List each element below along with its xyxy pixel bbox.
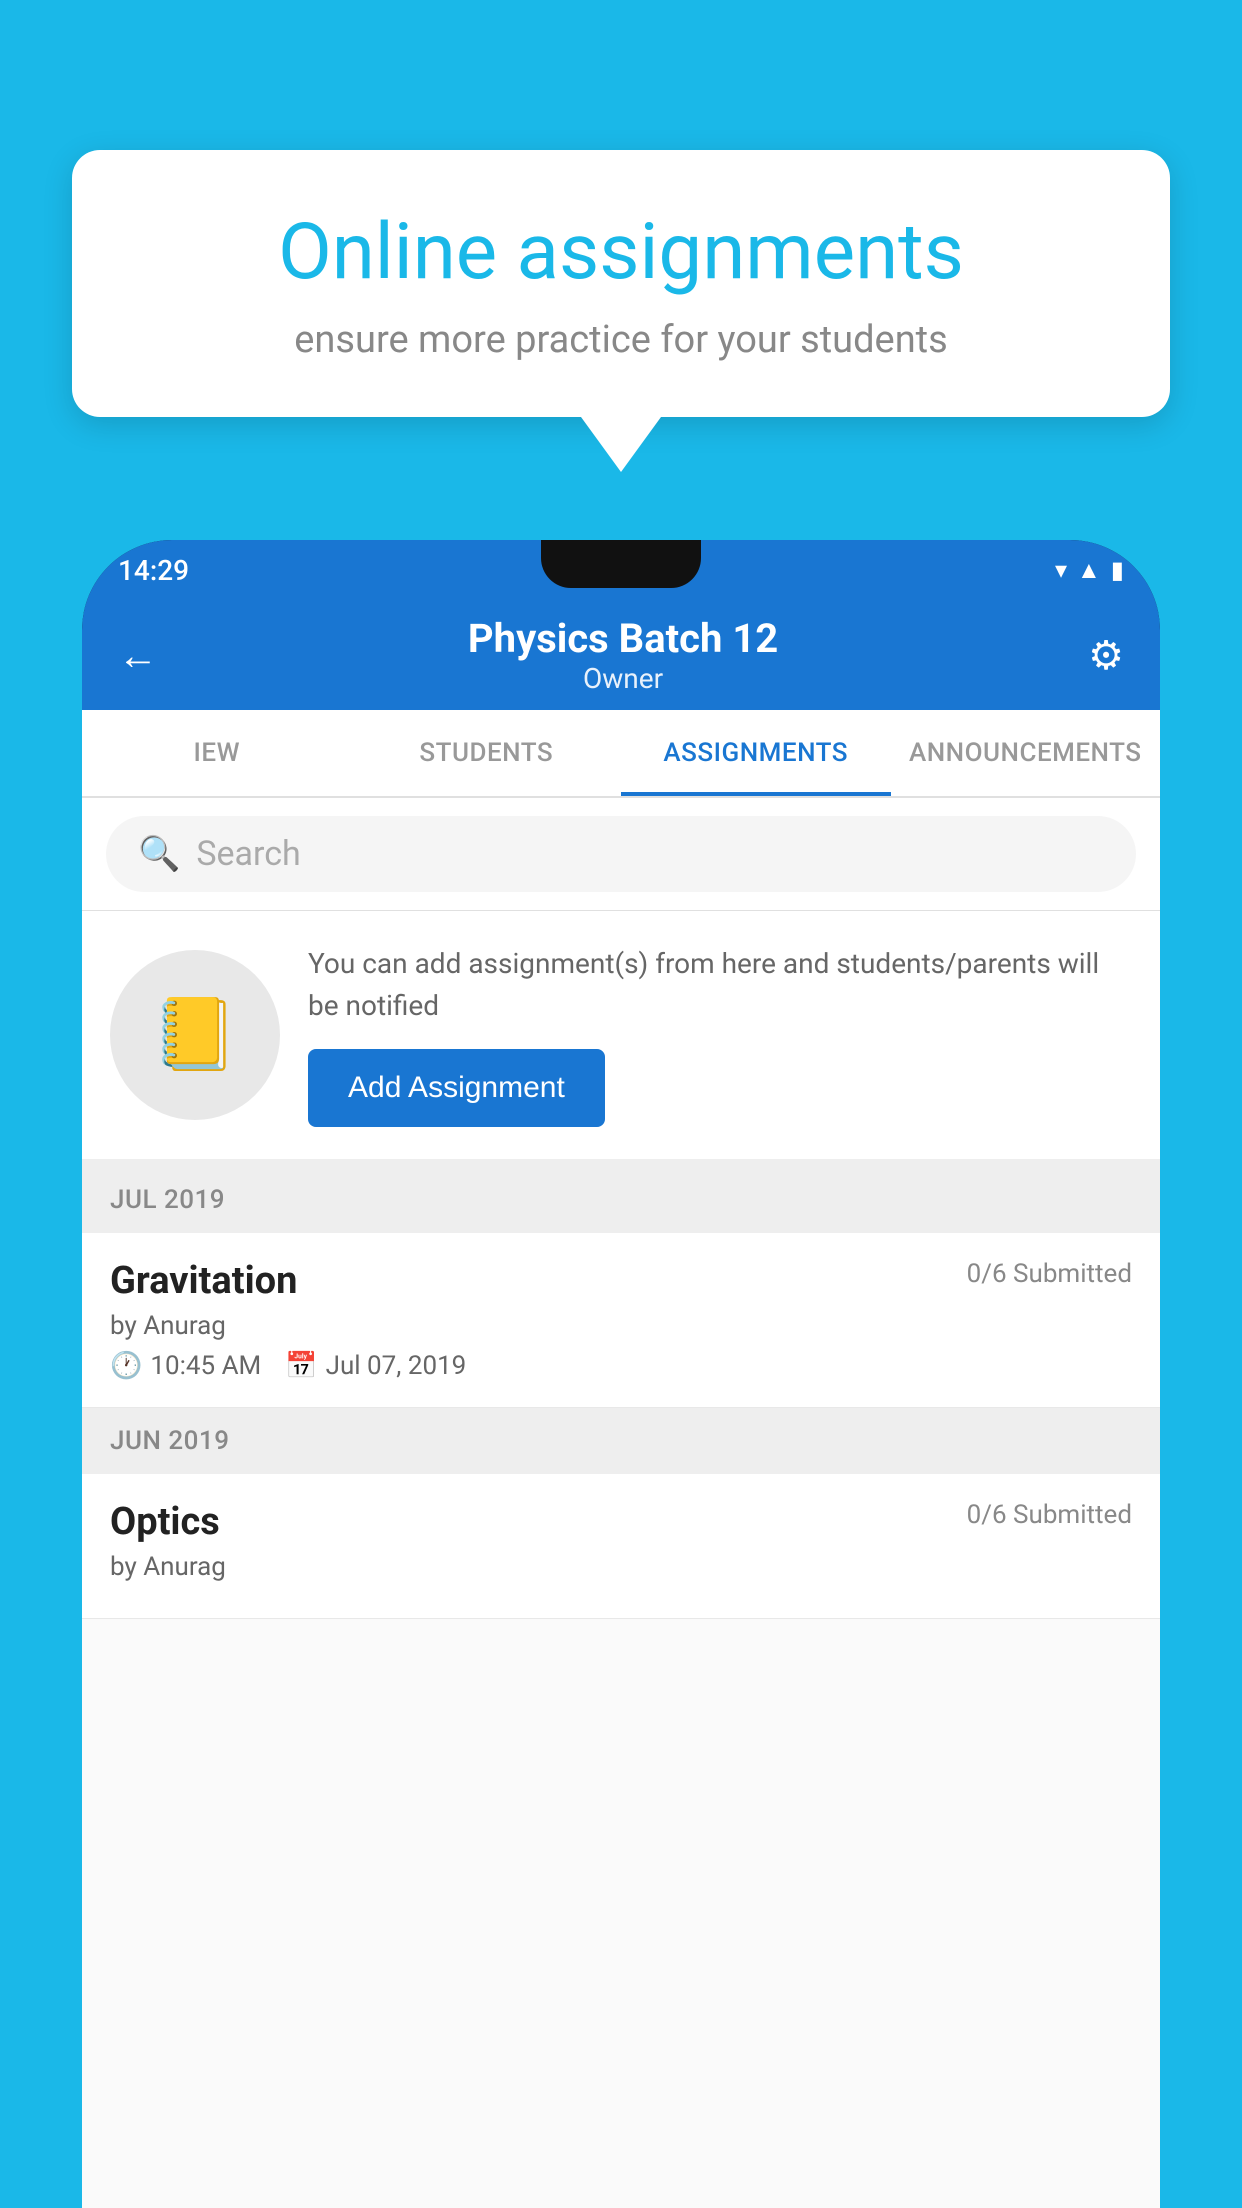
search-icon: 🔍 xyxy=(138,834,180,874)
settings-button[interactable]: ⚙ xyxy=(1088,632,1124,679)
status-time: 14:29 xyxy=(118,554,189,587)
speech-bubble-tail xyxy=(581,417,661,472)
add-assignment-content: You can add assignment(s) from here and … xyxy=(308,943,1132,1127)
bubble-subtitle: ensure more practice for your students xyxy=(142,318,1100,362)
clock-icon: 🕐 xyxy=(110,1351,142,1381)
status-icons: ▾ ▲ ▮ xyxy=(1055,556,1124,585)
phone-screen: IEW STUDENTS ASSIGNMENTS ANNOUNCEMENTS 🔍… xyxy=(82,710,1160,2208)
bubble-title: Online assignments xyxy=(142,210,1100,296)
assignment-time-meta: 🕐 10:45 AM xyxy=(110,1351,261,1381)
assignment-meta: 🕐 10:45 AM 📅 Jul 07, 2019 xyxy=(110,1351,1132,1381)
assignment-author-optics: by Anurag xyxy=(110,1552,1132,1582)
month-header-jun: JUN 2019 xyxy=(82,1408,1160,1474)
signal-icon: ▲ xyxy=(1077,556,1101,585)
battery-icon: ▮ xyxy=(1111,556,1124,584)
assignment-name: Gravitation xyxy=(110,1259,297,1303)
app-bar-title: Physics Batch 12 xyxy=(468,615,778,662)
wifi-icon: ▾ xyxy=(1055,556,1067,584)
add-assignment-description: You can add assignment(s) from here and … xyxy=(308,943,1132,1027)
assignment-date: Jul 07, 2019 xyxy=(326,1351,467,1381)
promo-section: Online assignments ensure more practice … xyxy=(72,150,1170,472)
speech-bubble: Online assignments ensure more practice … xyxy=(72,150,1170,417)
assignment-submitted-optics: 0/6 Submitted xyxy=(967,1500,1132,1530)
assignment-date-meta: 📅 Jul 07, 2019 xyxy=(285,1351,466,1381)
notebook-icon: 📒 xyxy=(151,994,238,1076)
notch xyxy=(541,540,701,588)
add-assignment-section: 📒 You can add assignment(s) from here an… xyxy=(82,911,1160,1167)
assignment-author: by Anurag xyxy=(110,1311,1132,1341)
assignment-name-optics: Optics xyxy=(110,1500,220,1544)
search-bar[interactable]: 🔍 Search xyxy=(106,816,1136,892)
add-assignment-button[interactable]: Add Assignment xyxy=(308,1049,605,1127)
tab-announcements[interactable]: ANNOUNCEMENTS xyxy=(891,710,1161,796)
assignment-item-optics[interactable]: Optics 0/6 Submitted by Anurag xyxy=(82,1474,1160,1619)
app-bar-subtitle: Owner xyxy=(468,662,778,695)
search-container: 🔍 Search xyxy=(82,798,1160,911)
tab-students[interactable]: STUDENTS xyxy=(352,710,622,796)
assignment-submitted: 0/6 Submitted xyxy=(967,1259,1132,1289)
assignment-row-top-optics: Optics 0/6 Submitted xyxy=(110,1500,1132,1544)
assignment-icon-circle: 📒 xyxy=(110,950,280,1120)
phone-frame: 14:29 ▾ ▲ ▮ ← Physics Batch 12 Owner ⚙ I… xyxy=(82,540,1160,2208)
search-placeholder: Search xyxy=(196,834,300,874)
back-button[interactable]: ← xyxy=(118,632,158,679)
status-bar: 14:29 ▾ ▲ ▮ xyxy=(82,540,1160,600)
app-bar-center: Physics Batch 12 Owner xyxy=(468,615,778,695)
assignment-item-gravitation[interactable]: Gravitation 0/6 Submitted by Anurag 🕐 10… xyxy=(82,1233,1160,1408)
calendar-icon: 📅 xyxy=(285,1351,317,1381)
tab-assignments[interactable]: ASSIGNMENTS xyxy=(621,710,891,796)
month-header-jul: JUL 2019 xyxy=(82,1167,1160,1233)
app-bar: ← Physics Batch 12 Owner ⚙ xyxy=(82,600,1160,710)
tabs-container: IEW STUDENTS ASSIGNMENTS ANNOUNCEMENTS xyxy=(82,710,1160,798)
tab-iew[interactable]: IEW xyxy=(82,710,352,796)
assignment-time: 10:45 AM xyxy=(150,1351,261,1381)
assignment-row-top: Gravitation 0/6 Submitted xyxy=(110,1259,1132,1303)
